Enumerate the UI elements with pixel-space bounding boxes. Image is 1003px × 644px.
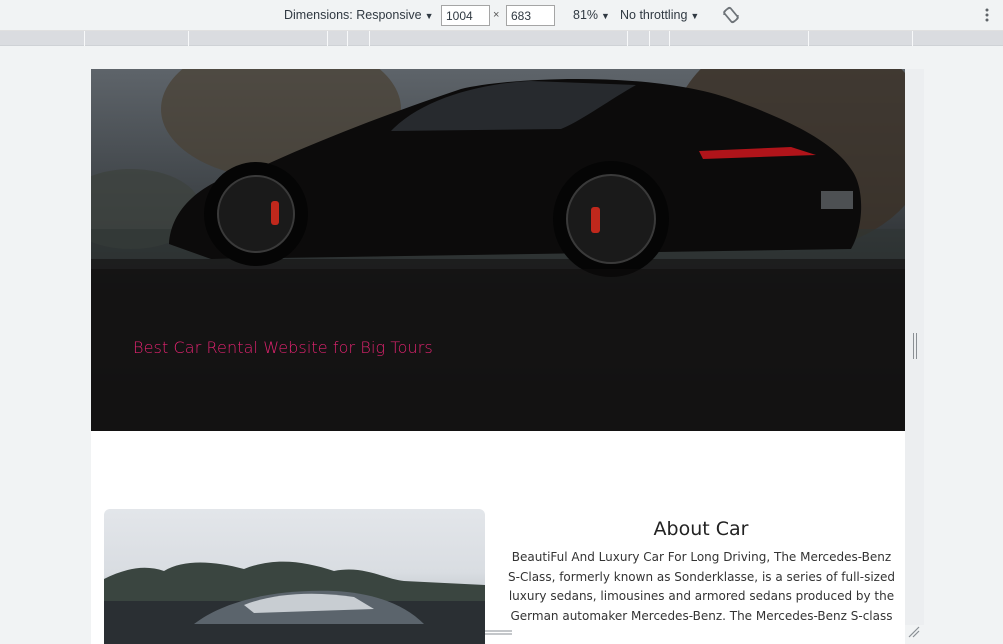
dimensions-label: Dimensions: Responsive — [284, 8, 422, 22]
hero-tagline: Best Car Rental Website for Big Tours — [133, 338, 433, 357]
about-title: About Car — [653, 518, 749, 540]
media-query-bar[interactable] — [0, 31, 1003, 46]
about-car-image — [104, 509, 485, 644]
about-car-photo — [104, 561, 485, 644]
corner-resize-handle[interactable] — [907, 625, 921, 639]
ruler-divider — [912, 31, 913, 46]
throttling-dropdown[interactable]: No throttling ▼ — [620, 8, 699, 22]
about-description: BeautiFul And Luxury Car For Long Drivin… — [508, 550, 895, 623]
ruler-divider — [808, 31, 809, 46]
width-input[interactable] — [441, 5, 490, 26]
zoom-value: 81% — [573, 8, 599, 22]
chevron-down-icon: ▼ — [601, 11, 610, 21]
ruler-divider — [369, 31, 370, 46]
throttling-value: No throttling — [620, 8, 688, 22]
rotate-icon[interactable] — [721, 5, 741, 25]
ruler-divider — [188, 31, 189, 46]
dimension-separator: × — [493, 9, 500, 21]
side-resize-handle[interactable] — [912, 333, 918, 359]
hero-car-image — [91, 69, 905, 431]
ruler-divider — [627, 31, 628, 46]
chevron-down-icon: ▼ — [690, 11, 700, 21]
zoom-dropdown[interactable]: 81% ▼ — [573, 8, 610, 22]
chevron-down-icon: ▼ — [424, 11, 434, 21]
device-toolbar: Dimensions: Responsive▼ × 81%▼ No thrott… — [0, 0, 1003, 31]
ruler-divider — [347, 31, 348, 46]
ruler-divider — [84, 31, 85, 46]
emulated-page: Best Car Rental Website for Big Tours Ab… — [91, 69, 905, 644]
dimensions-dropdown[interactable]: Dimensions: Responsive ▼ — [284, 8, 433, 22]
hero-banner: Best Car Rental Website for Big Tours — [91, 69, 905, 431]
ruler-divider — [649, 31, 650, 46]
more-vertical-icon[interactable] — [981, 5, 993, 25]
ruler-divider — [669, 31, 670, 46]
bottom-resize-handle[interactable] — [485, 629, 512, 636]
ruler-divider — [327, 31, 328, 46]
height-input[interactable] — [506, 5, 555, 26]
